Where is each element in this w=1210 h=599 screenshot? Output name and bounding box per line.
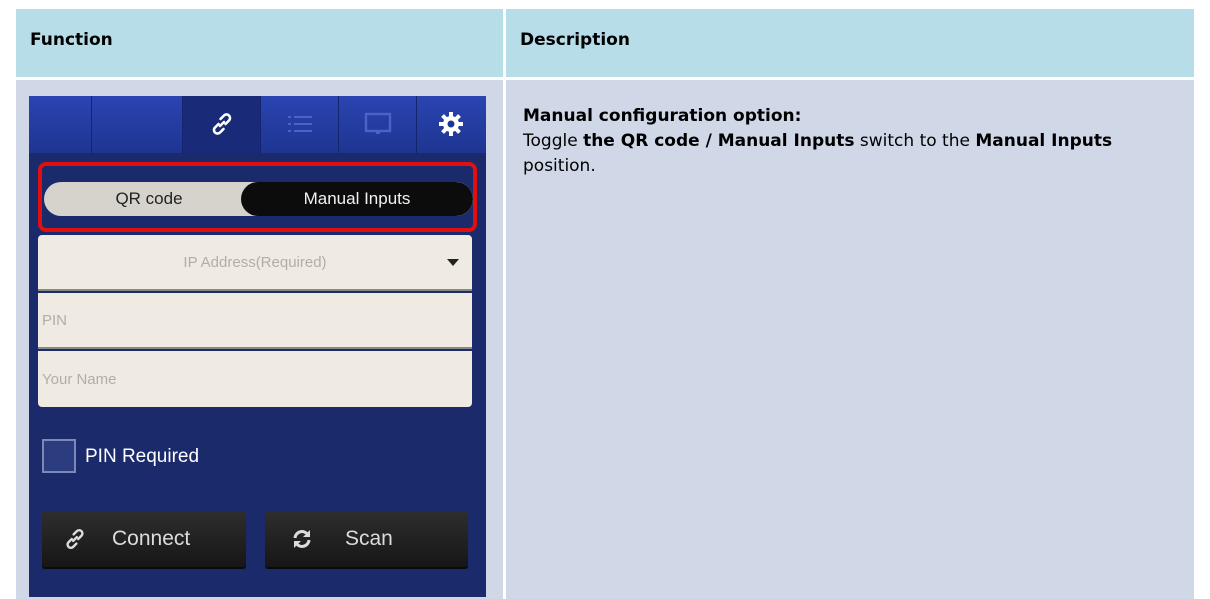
description-text: Manual configuration option: Toggle the … [523,104,1163,179]
function-cell: QR code Manual Inputs IP Address(Require… [16,80,503,599]
list-icon[interactable] [280,106,320,142]
gear-icon[interactable] [431,106,471,142]
ip-address-dropdown[interactable]: IP Address(Required) [38,235,472,291]
dropdown-arrow-icon [447,259,459,266]
instruction-table: Function Description QR code Manual Inpu… [16,9,1194,599]
name-field[interactable]: Your Name [38,351,472,407]
description-cell: Manual configuration option: Toggle the … [506,80,1194,599]
ip-address-placeholder: IP Address(Required) [183,253,327,271]
toggle-option-qr-code[interactable]: QR code [44,182,254,216]
connect-button[interactable]: Connect [42,511,246,567]
pin-required-checkbox[interactable] [42,439,76,473]
description-part: position. [523,156,596,176]
connect-label: Connect [112,527,191,550]
description-bold-part: the QR code / Manual Inputs [583,131,855,151]
refresh-icon [289,526,315,552]
toggle-option-manual-inputs[interactable]: Manual Inputs [241,182,473,216]
header-function-label: Function [30,30,113,50]
pin-field[interactable]: PIN [38,293,472,349]
pin-placeholder: PIN [42,311,68,329]
top-bar [29,96,486,153]
scan-button[interactable]: Scan [265,511,468,567]
link-icon [62,526,88,552]
description-bold-part: Manual Inputs [975,131,1113,151]
app-screenshot: QR code Manual Inputs IP Address(Require… [29,96,486,597]
description-heading: Manual configuration option: [523,106,802,126]
name-placeholder: Your Name [42,370,117,388]
pin-required-label: PIN Required [85,446,200,467]
qr-manual-toggle[interactable]: QR code Manual Inputs [44,182,473,216]
header-description-label: Description [520,30,630,50]
header-description: Description [506,9,1194,77]
header-function: Function [16,9,503,77]
link-icon[interactable] [202,106,242,142]
description-part: Toggle [523,131,584,151]
scan-label: Scan [345,527,393,550]
display-icon[interactable] [358,106,398,142]
description-part: switch to the [854,131,976,151]
